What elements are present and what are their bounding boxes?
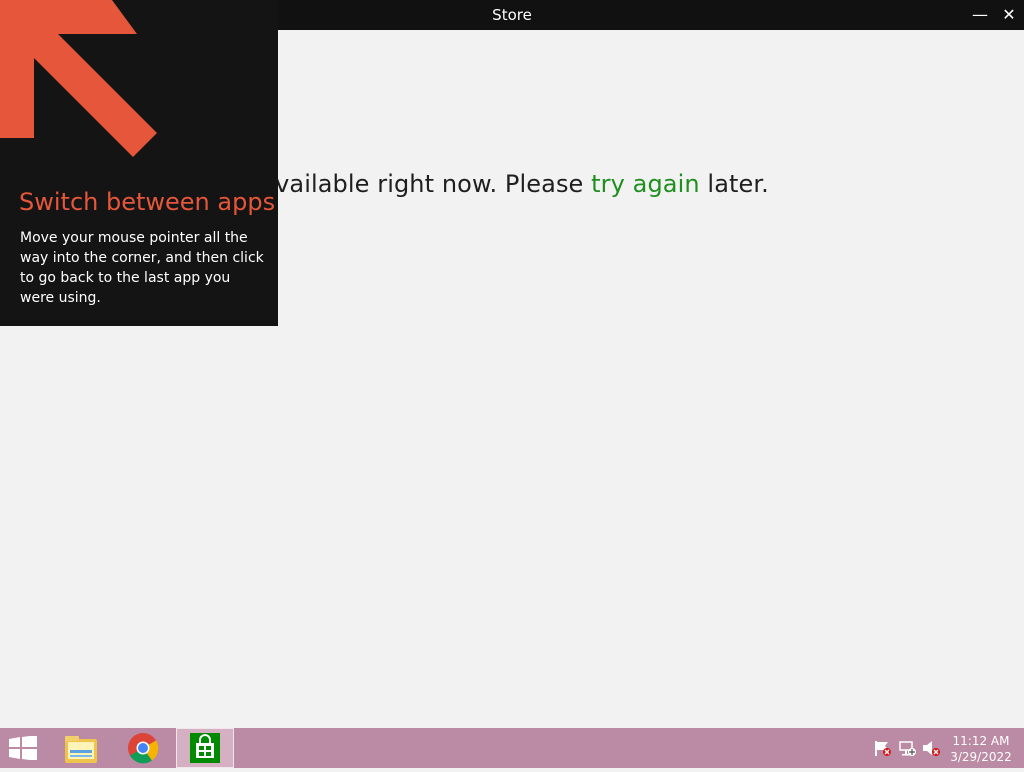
file-explorer-button[interactable] <box>52 728 110 768</box>
minimize-button[interactable]: — <box>966 0 994 30</box>
volume-muted-icon[interactable] <box>922 740 940 756</box>
taskbar: 11:12 AM 3/29/2022 <box>0 728 1024 768</box>
close-button[interactable]: ✕ <box>995 0 1023 30</box>
tutorial-body: Move your mouse pointer all the way into… <box>20 230 264 306</box>
store-icon <box>190 733 220 763</box>
taskbar-clock[interactable]: 11:12 AM 3/29/2022 <box>948 733 1014 765</box>
tutorial-heading: Switch between apps <box>19 188 276 216</box>
chrome-button[interactable] <box>114 728 172 768</box>
network-icon[interactable] <box>898 740 916 756</box>
file-explorer-icon <box>65 736 97 763</box>
try-again-link[interactable]: try again <box>591 170 700 198</box>
error-message: n’t available right now. Please try agai… <box>220 170 769 198</box>
switch-apps-tutorial: Switch between apps Move your mouse poin… <box>0 0 278 326</box>
error-message-suffix: later. <box>699 170 769 198</box>
corner-arrow-icon <box>0 0 157 157</box>
action-center-flag-icon[interactable] <box>873 740 891 756</box>
clock-date: 3/29/2022 <box>950 750 1012 764</box>
windows-start-icon[interactable] <box>8 736 38 760</box>
chrome-icon <box>128 733 159 764</box>
clock-time: 11:12 AM <box>952 734 1010 748</box>
store-button[interactable] <box>176 728 234 768</box>
